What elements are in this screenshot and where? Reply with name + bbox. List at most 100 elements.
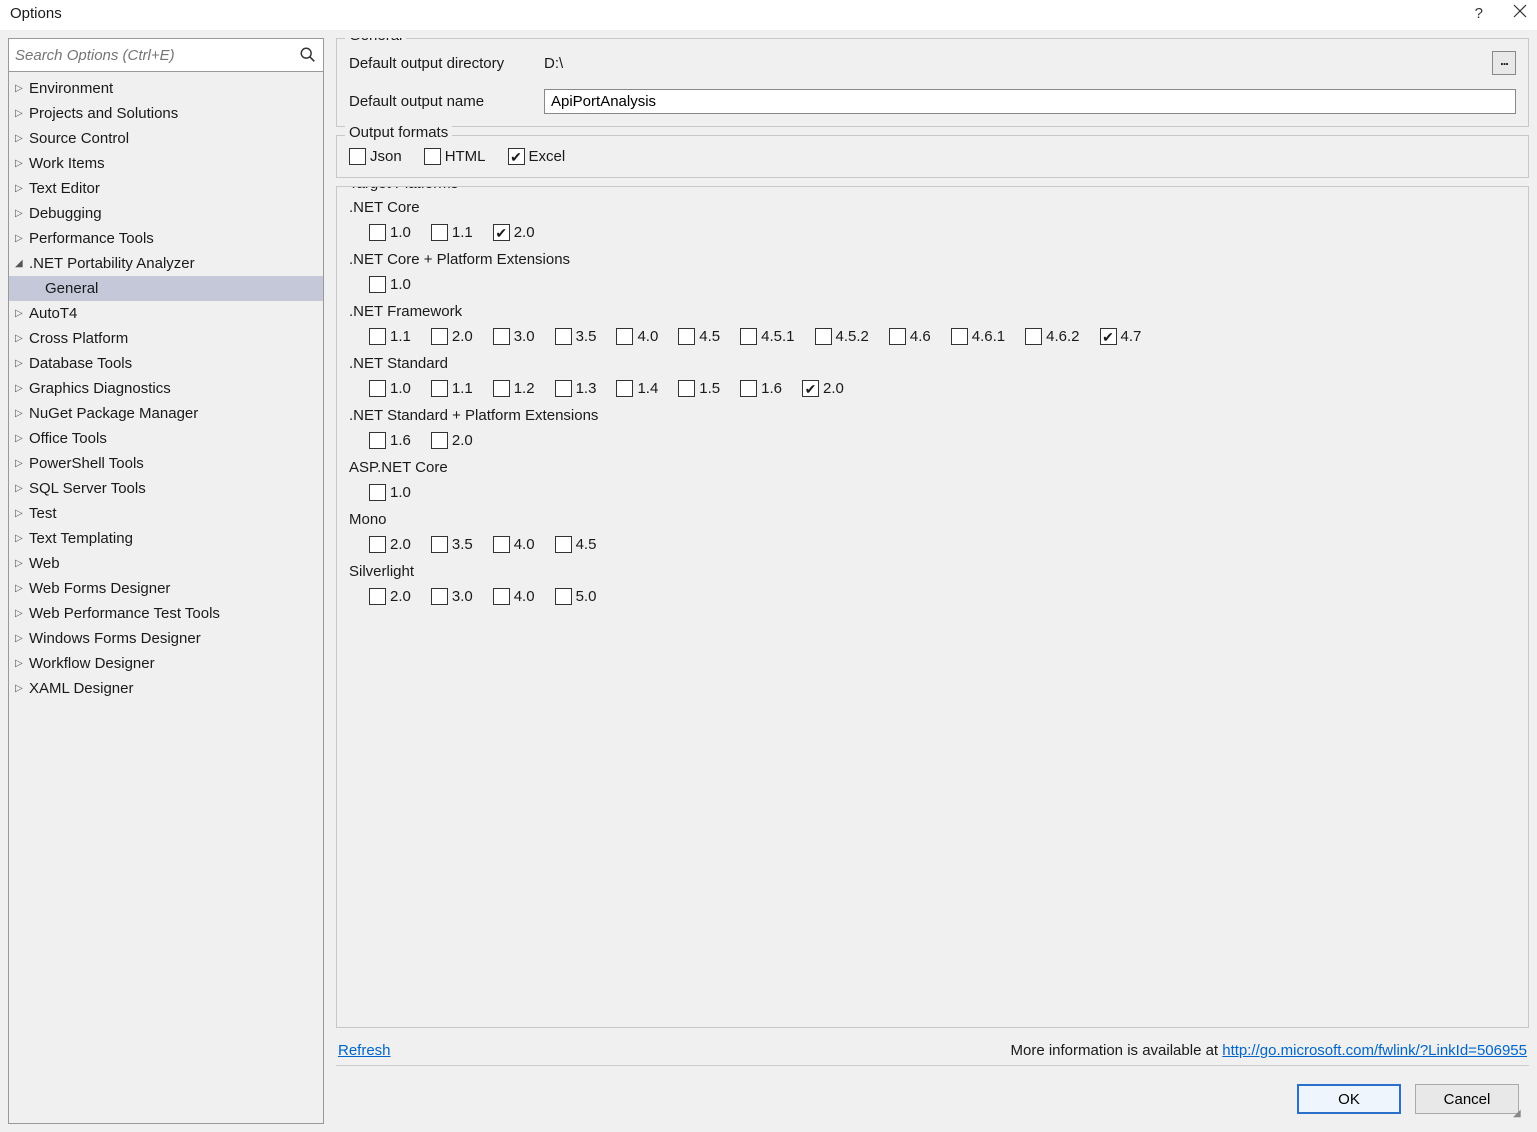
tree-item[interactable]: ▷Source Control (9, 126, 323, 151)
tree-item[interactable]: ▷XAML Designer (9, 676, 323, 701)
tree-item[interactable]: ▷Web Forms Designer (9, 576, 323, 601)
arrow-collapsed-icon[interactable]: ▷ (15, 377, 25, 400)
platform-version-checkbox[interactable]: 1.0 (369, 380, 411, 397)
arrow-collapsed-icon[interactable]: ▷ (15, 77, 25, 100)
platform-version-checkbox[interactable]: 3.0 (431, 588, 473, 605)
arrow-collapsed-icon[interactable]: ▷ (15, 352, 25, 375)
platform-version-checkbox[interactable]: 1.2 (493, 380, 535, 397)
platform-version-checkbox[interactable]: 3.5 (555, 328, 597, 345)
platform-version-checkbox[interactable]: 1.1 (431, 380, 473, 397)
tree-item[interactable]: ▷Workflow Designer (9, 651, 323, 676)
arrow-collapsed-icon[interactable]: ▷ (15, 327, 25, 350)
tree-item[interactable]: ▷Text Templating (9, 526, 323, 551)
tree-item[interactable]: ▷Web Performance Test Tools (9, 601, 323, 626)
platform-version-checkbox[interactable]: ✔2.0 (493, 224, 535, 241)
platform-version-checkbox[interactable]: 5.0 (555, 588, 597, 605)
tree-item[interactable]: ▷Office Tools (9, 426, 323, 451)
platform-version-checkbox[interactable]: 1.6 (369, 432, 411, 449)
output-format-checkbox[interactable]: HTML (424, 148, 486, 165)
more-info-link[interactable]: http://go.microsoft.com/fwlink/?LinkId=5… (1222, 1042, 1527, 1059)
arrow-collapsed-icon[interactable]: ▷ (15, 652, 25, 675)
tree-item[interactable]: ▷NuGet Package Manager (9, 401, 323, 426)
tree-item[interactable]: ▷PowerShell Tools (9, 451, 323, 476)
tree-item[interactable]: ▷Database Tools (9, 351, 323, 376)
platform-version-checkbox[interactable]: 4.0 (493, 536, 535, 553)
arrow-collapsed-icon[interactable]: ▷ (15, 452, 25, 475)
tree-item[interactable]: ▷Cross Platform (9, 326, 323, 351)
arrow-collapsed-icon[interactable]: ▷ (15, 427, 25, 450)
platform-version-checkbox[interactable]: 4.6 (889, 328, 931, 345)
platform-version-checkbox[interactable]: 4.5.2 (815, 328, 869, 345)
arrow-collapsed-icon[interactable]: ▷ (15, 102, 25, 125)
tree-item[interactable]: ▷Web (9, 551, 323, 576)
cancel-button[interactable]: Cancel (1415, 1084, 1519, 1114)
platform-version-checkbox[interactable]: 1.4 (616, 380, 658, 397)
tree-item[interactable]: ▷Work Items (9, 151, 323, 176)
platform-version-checkbox[interactable]: 2.0 (369, 536, 411, 553)
platform-version-checkbox[interactable]: 2.0 (431, 328, 473, 345)
arrow-collapsed-icon[interactable]: ▷ (15, 552, 25, 575)
search-icon[interactable] (299, 46, 317, 64)
platform-version-checkbox[interactable]: 1.1 (431, 224, 473, 241)
tree-item[interactable]: ▷Graphics Diagnostics (9, 376, 323, 401)
output-name-input[interactable] (544, 89, 1516, 114)
output-format-checkbox[interactable]: Json (349, 148, 402, 165)
tree-item[interactable]: ▷AutoT4 (9, 301, 323, 326)
platform-version-checkbox[interactable]: 4.0 (616, 328, 658, 345)
arrow-collapsed-icon[interactable]: ▷ (15, 152, 25, 175)
search-input[interactable] (15, 47, 299, 64)
platform-version-checkbox[interactable]: 2.0 (431, 432, 473, 449)
arrow-collapsed-icon[interactable]: ▷ (15, 402, 25, 425)
arrow-collapsed-icon[interactable]: ▷ (15, 127, 25, 150)
platform-version-checkbox[interactable]: ✔2.0 (802, 380, 844, 397)
arrow-collapsed-icon[interactable]: ▷ (15, 502, 25, 525)
tree-item[interactable]: ▷SQL Server Tools (9, 476, 323, 501)
platform-version-checkbox[interactable]: 4.0 (493, 588, 535, 605)
arrow-collapsed-icon[interactable]: ▷ (15, 202, 25, 225)
arrow-collapsed-icon[interactable]: ▷ (15, 602, 25, 625)
ok-button[interactable]: OK (1297, 1084, 1401, 1114)
platform-version-checkbox[interactable]: 3.5 (431, 536, 473, 553)
arrow-collapsed-icon[interactable]: ▷ (15, 627, 25, 650)
platform-version-checkbox[interactable]: 1.3 (555, 380, 597, 397)
platform-version-checkbox[interactable]: 1.0 (369, 276, 411, 293)
platform-version-checkbox[interactable]: 4.5 (555, 536, 597, 553)
tree-item[interactable]: ▷Windows Forms Designer (9, 626, 323, 651)
platform-version-checkbox[interactable]: 4.6.1 (951, 328, 1005, 345)
search-input-wrap[interactable] (8, 38, 324, 72)
tree-item[interactable]: ▷Debugging (9, 201, 323, 226)
arrow-collapsed-icon[interactable]: ▷ (15, 577, 25, 600)
arrow-collapsed-icon[interactable]: ▷ (15, 227, 25, 250)
tree-item[interactable]: ▷Performance Tools (9, 226, 323, 251)
output-format-checkbox[interactable]: ✔Excel (508, 148, 566, 165)
platform-version-checkbox[interactable]: 3.0 (493, 328, 535, 345)
target-platforms-scroll[interactable]: .NET Core1.01.1✔2.0.NET Core + Platform … (349, 199, 1516, 759)
arrow-collapsed-icon[interactable]: ▷ (15, 677, 25, 700)
options-tree[interactable]: ▷Environment▷Projects and Solutions▷Sour… (8, 72, 324, 1124)
tree-item[interactable]: ▷Environment (9, 76, 323, 101)
platform-version-checkbox[interactable]: 1.0 (369, 484, 411, 501)
resize-grip-icon[interactable]: ◢ (1513, 1108, 1525, 1120)
tree-item[interactable]: ▷Text Editor (9, 176, 323, 201)
help-icon[interactable]: ? (1475, 5, 1483, 22)
platform-version-checkbox[interactable]: 4.6.2 (1025, 328, 1079, 345)
platform-version-checkbox[interactable]: 2.0 (369, 588, 411, 605)
platform-version-checkbox[interactable]: 1.1 (369, 328, 411, 345)
platform-version-checkbox[interactable]: ✔4.7 (1100, 328, 1142, 345)
platform-version-checkbox[interactable]: 4.5 (678, 328, 720, 345)
arrow-collapsed-icon[interactable]: ▷ (15, 177, 25, 200)
close-icon[interactable] (1513, 4, 1527, 22)
platform-version-checkbox[interactable]: 1.0 (369, 224, 411, 241)
platform-version-checkbox[interactable]: 1.6 (740, 380, 782, 397)
arrow-collapsed-icon[interactable]: ▷ (15, 477, 25, 500)
refresh-link[interactable]: Refresh (338, 1042, 391, 1059)
arrow-expanded-icon[interactable]: ◢ (15, 252, 25, 275)
tree-item[interactable]: ▷Test (9, 501, 323, 526)
arrow-collapsed-icon[interactable]: ▷ (15, 302, 25, 325)
tree-item[interactable]: ▷Projects and Solutions (9, 101, 323, 126)
platform-version-checkbox[interactable]: 1.5 (678, 380, 720, 397)
tree-item[interactable]: ◢.NET Portability Analyzer (9, 251, 323, 276)
tree-item[interactable]: General (9, 276, 323, 301)
platform-version-checkbox[interactable]: 4.5.1 (740, 328, 794, 345)
arrow-collapsed-icon[interactable]: ▷ (15, 527, 25, 550)
